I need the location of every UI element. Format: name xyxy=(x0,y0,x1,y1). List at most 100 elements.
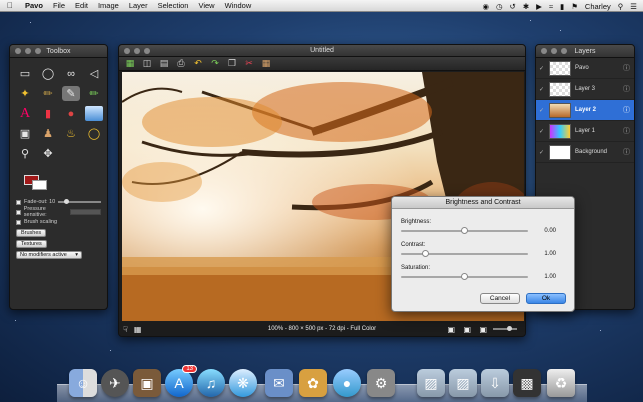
cut-icon[interactable]: ✂ xyxy=(244,58,254,69)
appstore-icon[interactable]: A 13 xyxy=(165,365,197,397)
info-icon[interactable]: ⓘ xyxy=(623,84,630,94)
view-icon-1[interactable]: ▣ xyxy=(447,325,455,334)
gradient-icon[interactable] xyxy=(85,106,103,121)
apple-icon[interactable]:  xyxy=(7,1,17,10)
zoom-tool-icon[interactable]: ⚲ xyxy=(16,146,34,161)
fade-out-checkbox[interactable] xyxy=(16,199,21,205)
itunes-icon[interactable]: ♫ xyxy=(197,369,225,397)
saturation-slider[interactable] xyxy=(401,273,528,280)
color-swatches[interactable] xyxy=(16,173,107,197)
contrast-slider[interactable] xyxy=(401,250,528,257)
layer-row[interactable]: ✓ Layer 2 ⓘ xyxy=(536,100,634,121)
menu-edit[interactable]: Edit xyxy=(75,1,88,10)
lasso-poly-icon[interactable]: ◁ xyxy=(85,66,103,81)
photo-app-icon[interactable]: ▣ xyxy=(133,369,161,397)
layer-row[interactable]: ✓ Layer 1 ⓘ xyxy=(536,121,634,142)
cancel-button[interactable]: Cancel xyxy=(480,293,520,304)
screen-stack-icon[interactable]: ▩ xyxy=(513,369,541,397)
visibility-checkbox[interactable]: ✓ xyxy=(539,86,545,93)
print-icon[interactable]: ⎙ xyxy=(176,58,186,69)
pavo-icon[interactable]: ✿ xyxy=(299,369,327,397)
redo-icon[interactable]: ↷ xyxy=(210,58,220,69)
menu-view[interactable]: View xyxy=(198,1,214,10)
volume-icon[interactable]: ▶ xyxy=(536,2,542,11)
battery-icon[interactable]: ▮ xyxy=(560,2,564,11)
menu-app-name[interactable]: Pavo xyxy=(25,1,43,10)
finder-icon[interactable]: ☺ xyxy=(69,369,97,397)
downloads-folder-icon[interactable]: ⇩ xyxy=(481,369,509,397)
visibility-checkbox[interactable]: ✓ xyxy=(539,65,545,72)
dialog-title[interactable]: Brightness and Contrast xyxy=(392,197,574,209)
ok-button[interactable]: Ok xyxy=(526,293,566,304)
text-icon[interactable]: A xyxy=(16,106,34,121)
bucket-icon[interactable]: ♨ xyxy=(62,126,80,141)
visibility-checkbox[interactable]: ✓ xyxy=(539,149,545,156)
menu-file[interactable]: File xyxy=(53,1,65,10)
zoom-icon[interactable] xyxy=(144,47,150,54)
visibility-checkbox[interactable]: ✓ xyxy=(539,107,545,114)
save-icon[interactable]: ▤ xyxy=(159,58,169,69)
layer-row[interactable]: ✓ Background ⓘ xyxy=(536,142,634,163)
pressure-field[interactable] xyxy=(69,209,101,215)
new-icon[interactable]: ▦ xyxy=(125,58,135,69)
minimize-icon[interactable] xyxy=(134,47,140,54)
messages-icon[interactable]: ● xyxy=(333,369,361,397)
magic-wand-icon[interactable]: ✦ xyxy=(16,86,34,101)
crop-icon[interactable]: ▣ xyxy=(16,126,34,141)
system-preferences-icon[interactable]: ⚙ xyxy=(367,369,395,397)
color-picker-icon[interactable]: ● xyxy=(62,106,80,121)
info-icon[interactable]: ⓘ xyxy=(623,63,630,73)
close-icon[interactable] xyxy=(15,48,21,54)
view-icon-2[interactable]: ▣ xyxy=(463,325,471,334)
minimize-icon[interactable] xyxy=(551,48,557,54)
pencil-icon[interactable]: ✏ xyxy=(85,86,103,101)
minimize-icon[interactable] xyxy=(25,48,31,54)
layer-row[interactable]: ✓ Pavo ⓘ xyxy=(536,58,634,79)
document-titlebar[interactable]: Untitled xyxy=(119,45,525,57)
close-icon[interactable] xyxy=(124,47,130,54)
menu-window[interactable]: Window xyxy=(225,1,252,10)
undo-icon[interactable]: ↶ xyxy=(193,58,203,69)
safari-icon[interactable]: ❋ xyxy=(229,369,257,397)
textures-button[interactable]: Textures xyxy=(16,240,47,248)
close-icon[interactable] xyxy=(541,48,547,54)
rect-select-icon[interactable]: ▭ xyxy=(16,66,34,81)
info-icon[interactable]: ⓘ xyxy=(623,147,630,157)
view-icon-3[interactable]: ▣ xyxy=(479,325,487,334)
layers-titlebar[interactable]: Layers xyxy=(536,45,634,58)
info-icon[interactable]: ⓘ xyxy=(623,105,630,115)
brush-icon[interactable]: ✏ xyxy=(39,86,57,101)
lasso-icon[interactable]: ∞ xyxy=(62,66,80,81)
background-color-swatch[interactable] xyxy=(32,180,47,190)
modifiers-popup[interactable]: No modifiers active ▾ xyxy=(16,251,82,259)
zoom-slider[interactable] xyxy=(493,326,517,331)
smudge-icon[interactable]: ✎ xyxy=(62,86,80,101)
visibility-checkbox[interactable]: ✓ xyxy=(539,128,545,135)
pressure-checkbox[interactable] xyxy=(16,209,21,215)
zoom-icon[interactable] xyxy=(561,48,567,54)
fade-out-slider[interactable] xyxy=(58,199,101,204)
open-icon[interactable]: ◫ xyxy=(142,58,152,69)
wifi-icon[interactable]: ≈ xyxy=(549,2,553,11)
documents-folder-icon[interactable]: ▨ xyxy=(449,369,477,397)
notifications-icon[interactable]: ☰ xyxy=(630,2,637,11)
mail-icon[interactable]: ✉ xyxy=(265,369,293,397)
move-icon[interactable]: ✥ xyxy=(39,146,57,161)
trash-icon[interactable]: ♻ xyxy=(547,369,575,397)
bluetooth-icon[interactable]: ✱ xyxy=(523,2,529,11)
clock-icon[interactable]: ◷ xyxy=(496,2,503,11)
applications-folder-icon[interactable]: ▨ xyxy=(417,369,445,397)
zoom-icon[interactable] xyxy=(35,48,41,54)
brightness-slider[interactable] xyxy=(401,227,528,234)
menu-user[interactable]: Charley xyxy=(585,2,611,11)
launchpad-icon[interactable]: ✈ xyxy=(101,369,129,397)
ring-icon[interactable]: ◯ xyxy=(85,126,103,141)
spotlight-icon[interactable]: ⚲ xyxy=(618,2,624,11)
info-icon[interactable]: ⓘ xyxy=(623,126,630,136)
ellipse-select-icon[interactable]: ◯ xyxy=(39,66,57,81)
copy-icon[interactable]: ❐ xyxy=(227,58,237,69)
brush-scaling-checkbox[interactable] xyxy=(16,219,21,225)
brushes-button[interactable]: Brushes xyxy=(16,229,47,237)
eraser-icon[interactable]: ▮ xyxy=(39,106,57,121)
camera-icon[interactable]: ◉ xyxy=(482,2,489,11)
